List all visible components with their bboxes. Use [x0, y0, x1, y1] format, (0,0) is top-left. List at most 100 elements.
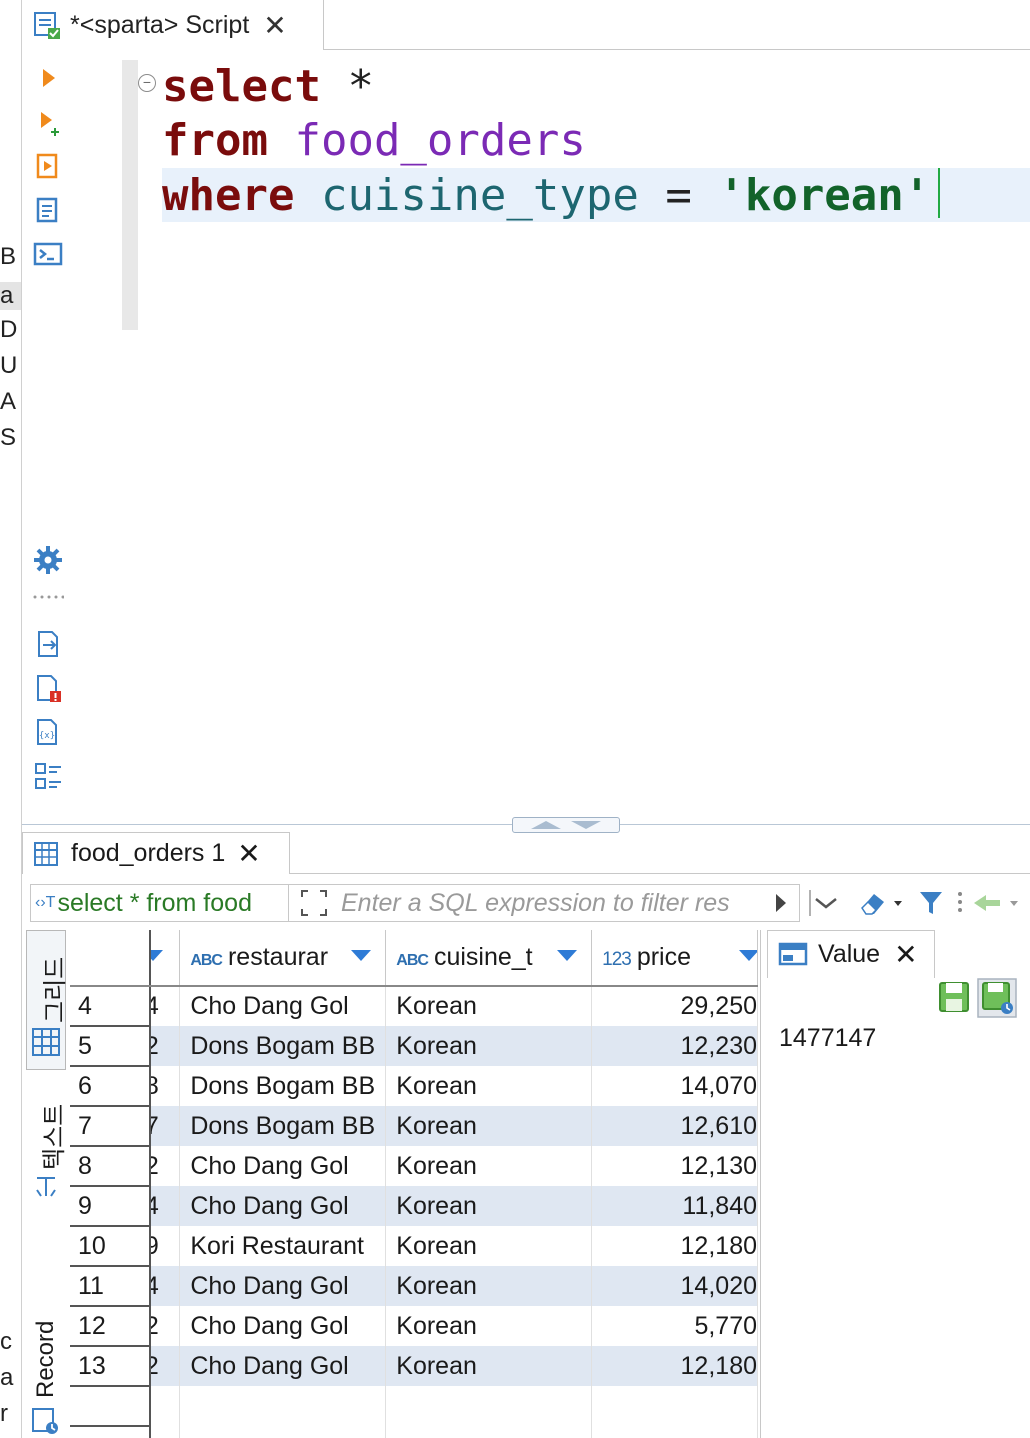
row-number-cell[interactable]: 10 [70, 1226, 151, 1267]
restaurant-cell[interactable]: Cho Dang Gol [179, 986, 387, 1026]
collapse-icon[interactable]: − [138, 74, 156, 92]
record-view-tab[interactable]: Record [26, 1310, 66, 1438]
sql-editor[interactable]: {x} − select * from food_orders where cu… [22, 50, 1030, 825]
sort-arrow-icon[interactable] [557, 950, 578, 961]
price-cell[interactable]: 12,180 [591, 1346, 758, 1386]
value-tab[interactable]: Value ✕ [767, 930, 935, 978]
table-row[interactable]: 109Kori RestaurantKorean12,180 [70, 1226, 758, 1267]
save-to-file-icon[interactable] [977, 978, 1017, 1018]
column-header-cuisine[interactable]: ABC cuisine_t [385, 930, 593, 987]
column-header-price[interactable]: 123 price [591, 930, 758, 987]
column-header-restaurant[interactable]: ABC restaurar [179, 930, 387, 987]
restaurant-cell[interactable]: Cho Dang Gol [179, 1186, 387, 1226]
id-cell[interactable]: 9 [149, 1226, 181, 1266]
row-number-cell[interactable]: 5 [70, 1026, 151, 1067]
results-grid[interactable]: ABCrestaurar ABCcuisine_t 123price 44Cho… [70, 930, 758, 1438]
id-cell[interactable]: 8 [149, 1066, 181, 1106]
save-icon[interactable] [937, 980, 971, 1014]
price-cell[interactable]: 12,610 [591, 1106, 758, 1146]
problem-file-icon[interactable] [32, 672, 64, 704]
active-query-label[interactable]: ‹›T select * from food [30, 884, 288, 922]
close-icon[interactable]: ✕ [263, 9, 286, 42]
table-row[interactable]: 114Cho Dang GolKorean14,020 [70, 1266, 758, 1307]
terminal-icon[interactable] [32, 238, 64, 270]
price-cell[interactable]: 29,250 [591, 986, 758, 1026]
cuisine-cell[interactable]: Korean [385, 1266, 593, 1306]
id-cell[interactable]: 7 [149, 1106, 181, 1146]
close-icon[interactable]: ✕ [237, 837, 260, 870]
sort-arrow-icon[interactable] [149, 950, 164, 961]
text-view-tab[interactable]: 텍스트 [26, 1080, 68, 1210]
row-number-cell[interactable]: 6 [70, 1066, 151, 1107]
id-cell[interactable]: 2 [149, 1306, 181, 1346]
filter-input[interactable]: Enter a SQL expression to filter res [288, 884, 800, 922]
price-cell[interactable]: 11,840 [591, 1186, 758, 1226]
row-number-cell[interactable]: 13 [70, 1346, 151, 1387]
table-row[interactable]: 132Cho Dang GolKorean12,180 [70, 1346, 758, 1387]
cuisine-cell[interactable]: Korean [385, 986, 593, 1026]
panel-splitter[interactable] [22, 817, 1030, 833]
restaurant-cell[interactable]: Kori Restaurant [179, 1226, 387, 1266]
close-icon[interactable]: ✕ [894, 938, 917, 971]
restaurant-cell[interactable]: Cho Dang Gol [179, 1346, 387, 1386]
cuisine-cell[interactable]: Korean [385, 1186, 593, 1226]
id-cell[interactable]: 4 [149, 1266, 181, 1306]
filter-funnel-icon[interactable] [918, 888, 944, 918]
id-cell[interactable]: 4 [149, 986, 181, 1026]
eraser-icon[interactable] [858, 888, 906, 918]
variables-icon[interactable]: {x} [32, 716, 64, 748]
cuisine-cell[interactable]: Korean [385, 1066, 593, 1106]
row-number-cell[interactable]: 12 [70, 1306, 151, 1347]
row-number-cell[interactable]: 8 [70, 1146, 151, 1187]
row-number-cell[interactable]: 9 [70, 1186, 151, 1227]
row-number-cell[interactable]: 11 [70, 1266, 151, 1307]
cuisine-cell[interactable]: Korean [385, 1226, 593, 1266]
results-tab[interactable]: food_orders 1 ✕ [22, 832, 290, 874]
table-row[interactable]: 68Dons Bogam BBKorean14,070 [70, 1066, 758, 1107]
id-cell[interactable]: 2 [149, 1346, 181, 1386]
execute-statement-icon[interactable] [32, 62, 64, 94]
price-cell[interactable]: 14,020 [591, 1266, 758, 1306]
table-row[interactable]: 52Dons Bogam BBKorean12,230 [70, 1026, 758, 1067]
restaurant-cell[interactable]: Cho Dang Gol [179, 1146, 387, 1186]
restaurant-cell[interactable]: Dons Bogam BB [179, 1066, 387, 1106]
collapse-expand-arrows-icon[interactable] [513, 818, 621, 832]
table-row[interactable]: 77Dons Bogam BBKorean12,610 [70, 1106, 758, 1147]
row-number-cell[interactable]: 7 [70, 1106, 151, 1147]
script-tab[interactable]: *<sparta> Script ✕ [22, 0, 324, 50]
execute-in-new-tab-icon[interactable] [32, 106, 64, 138]
table-row[interactable]: 44Cho Dang GolKorean29,250 [70, 986, 758, 1027]
cuisine-cell[interactable]: Korean [385, 1106, 593, 1146]
outline-icon[interactable] [32, 760, 64, 792]
row-number-cell[interactable]: 4 [70, 986, 151, 1027]
cuisine-cell[interactable]: Korean [385, 1026, 593, 1066]
price-cell[interactable]: 12,230 [591, 1026, 758, 1066]
expand-filter-icon[interactable] [299, 888, 329, 918]
restaurant-cell[interactable]: Cho Dang Gol [179, 1266, 387, 1306]
sort-arrow-icon[interactable] [739, 950, 757, 961]
settings-gear-icon[interactable] [32, 544, 64, 576]
id-cell[interactable]: 2 [149, 1146, 181, 1186]
price-cell[interactable]: 12,180 [591, 1226, 758, 1266]
id-cell[interactable]: 2 [149, 1026, 181, 1066]
id-cell[interactable]: 4 [149, 1186, 181, 1226]
restaurant-cell[interactable]: Dons Bogam BB [179, 1026, 387, 1066]
splitter-handle[interactable] [512, 817, 620, 833]
price-cell[interactable]: 14,070 [591, 1066, 758, 1106]
table-row[interactable]: 122Cho Dang GolKorean5,770 [70, 1306, 758, 1347]
cuisine-cell[interactable]: Korean [385, 1346, 593, 1386]
cuisine-cell[interactable]: Korean [385, 1306, 593, 1346]
apply-filter-icon[interactable] [773, 891, 789, 915]
table-row[interactable]: 94Cho Dang GolKorean11,840 [70, 1186, 758, 1227]
grid-view-tab[interactable]: 그리드 [26, 930, 69, 1070]
cuisine-cell[interactable]: Korean [385, 1146, 593, 1186]
column-header-id[interactable] [149, 930, 181, 987]
back-arrow-icon[interactable] [970, 888, 1022, 918]
table-row[interactable]: 82Cho Dang GolKorean12,130 [70, 1146, 758, 1187]
export-icon[interactable] [32, 628, 64, 660]
restaurant-cell[interactable]: Cho Dang Gol [179, 1306, 387, 1346]
execute-script-icon[interactable] [32, 150, 64, 182]
price-cell[interactable]: 5,770 [591, 1306, 758, 1346]
sort-arrow-icon[interactable] [351, 950, 372, 961]
restaurant-cell[interactable]: Dons Bogam BB [179, 1106, 387, 1146]
